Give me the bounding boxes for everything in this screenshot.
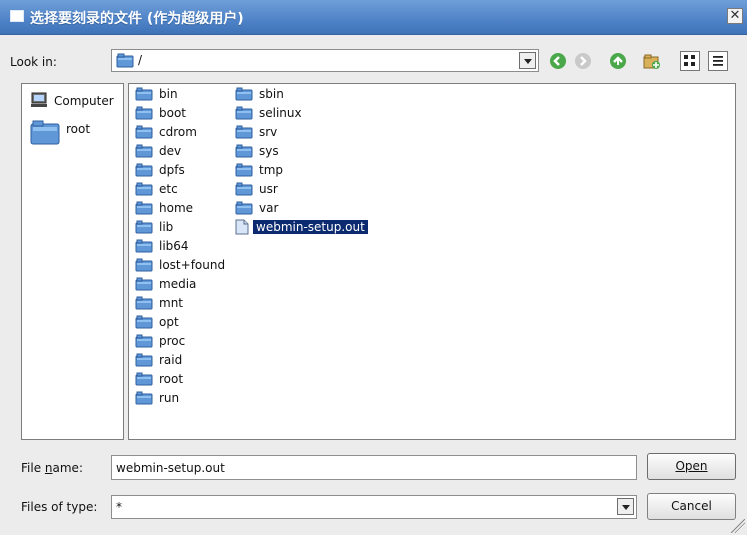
sidebar-item-label: root — [66, 122, 91, 136]
folder-item[interactable]: opt — [135, 313, 179, 331]
folder-item[interactable]: boot — [135, 104, 186, 122]
folder-item[interactable]: sys — [235, 142, 279, 160]
folder-item[interactable]: media — [135, 275, 196, 293]
folder-item[interactable]: usr — [235, 180, 278, 198]
combo-arrow-icon[interactable] — [617, 498, 634, 515]
folder-item[interactable]: cdrom — [135, 123, 197, 141]
close-button[interactable]: ✕ — [727, 8, 743, 24]
folder-item[interactable]: root — [135, 370, 183, 388]
folder-item[interactable]: var — [235, 199, 278, 217]
folder-item[interactable]: dpfs — [135, 161, 185, 179]
look-in-combobox[interactable]: / — [111, 49, 539, 72]
new-folder-button[interactable] — [642, 51, 662, 71]
folder-item[interactable]: sbin — [235, 85, 284, 103]
files-of-type-value: * — [116, 500, 122, 514]
folder-item[interactable]: raid — [135, 351, 182, 369]
folder-item[interactable]: run — [135, 389, 179, 407]
folder-item[interactable]: home — [135, 199, 193, 217]
file-name-input[interactable]: webmin-setup.out — [111, 455, 637, 480]
window-icon — [10, 10, 24, 22]
detail-view-button[interactable] — [680, 51, 700, 71]
file-name-label: File name: — [21, 461, 83, 475]
folder-item[interactable]: tmp — [235, 161, 283, 179]
folder-item[interactable]: bin — [135, 85, 178, 103]
files-of-type-combobox[interactable]: * — [111, 495, 637, 519]
window-title: 选择要刻录的文件 (作为超级用户) — [30, 11, 244, 27]
sidebar-item-label: Computer — [54, 94, 114, 108]
file-icon — [235, 219, 249, 235]
file-list-panel: bin boot cdrom dev dpfs etc home lib lib… — [128, 83, 736, 440]
selected-file-label: webmin-setup.out — [253, 220, 368, 234]
folder-item[interactable]: srv — [235, 123, 277, 141]
folder-item[interactable]: proc — [135, 332, 185, 350]
list-view-button[interactable] — [708, 51, 728, 71]
folder-item[interactable]: lib64 — [135, 237, 189, 255]
file-item-selected[interactable]: webmin-setup.out — [235, 218, 368, 236]
forward-button[interactable] — [573, 51, 593, 71]
sidebar-item-computer[interactable]: Computer — [30, 92, 114, 110]
files-of-type-label: Files of type: — [21, 500, 98, 514]
computer-icon — [30, 92, 48, 111]
look-in-label: Look in: — [10, 55, 57, 69]
look-in-path: / — [138, 53, 143, 67]
folder-item[interactable]: etc — [135, 180, 178, 198]
title-bar: 选择要刻录的文件 (作为超级用户) ✕ — [0, 0, 747, 35]
folder-icon — [30, 119, 60, 148]
folder-item[interactable]: lost+found — [135, 256, 225, 274]
folder-icon — [116, 53, 134, 71]
open-button[interactable]: Open — [647, 453, 736, 480]
sidebar-item-root[interactable]: root — [30, 119, 90, 147]
folder-item[interactable]: mnt — [135, 294, 183, 312]
back-button[interactable] — [548, 51, 568, 71]
folder-item[interactable]: dev — [135, 142, 181, 160]
folder-item[interactable]: lib — [135, 218, 173, 236]
resize-grip[interactable] — [731, 519, 745, 533]
up-button[interactable] — [608, 51, 628, 71]
folder-item[interactable]: selinux — [235, 104, 302, 122]
sidebar-panel: Computer root — [21, 83, 124, 440]
combo-arrow-icon[interactable] — [519, 52, 536, 69]
cancel-button[interactable]: Cancel — [647, 493, 736, 520]
